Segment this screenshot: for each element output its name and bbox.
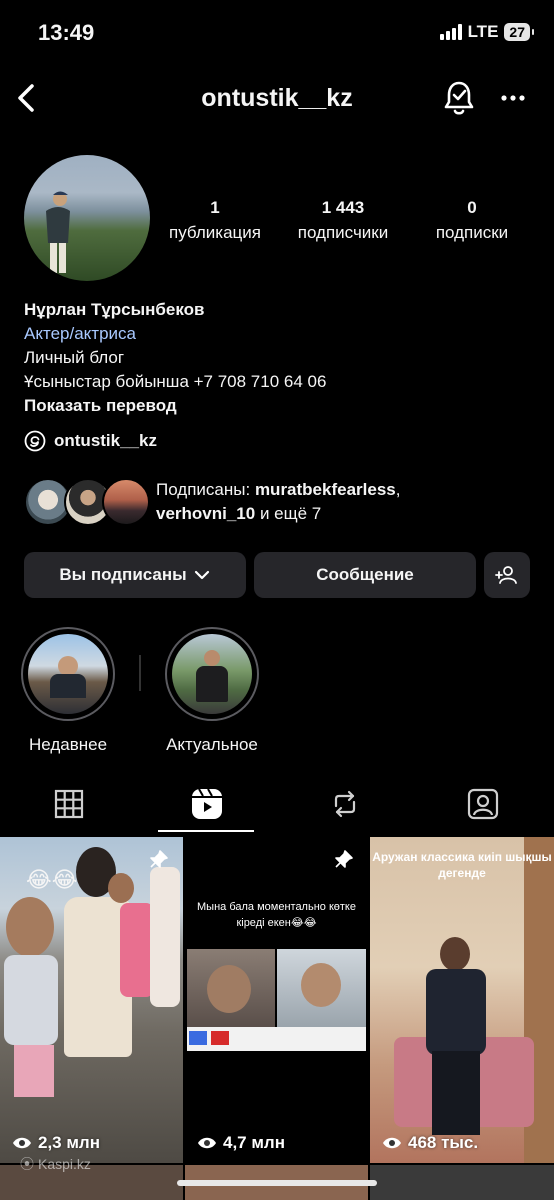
reel-views: 4,7 млн bbox=[197, 1133, 285, 1153]
following-button[interactable]: Вы подписаны bbox=[24, 552, 246, 598]
following-button-label: Вы подписаны bbox=[59, 565, 187, 584]
followed-by-separator: , bbox=[395, 480, 401, 499]
stat-posts[interactable]: 1 публикация bbox=[162, 198, 268, 243]
kaspi-logo-icon: ⦿ bbox=[20, 1156, 34, 1172]
profile-tabs bbox=[0, 772, 554, 836]
reel-caption: Аружан классика киіп шықшы дегенде bbox=[372, 850, 552, 880]
bell-check-icon bbox=[444, 81, 474, 115]
home-indicator[interactable] bbox=[177, 1180, 377, 1186]
reel-tile[interactable]: Аружан классика киіп шықшы дегенде 468 т… bbox=[370, 837, 554, 1163]
reels-icon bbox=[192, 788, 222, 819]
active-tab-indicator bbox=[158, 830, 254, 832]
following-label: подписки bbox=[435, 223, 509, 242]
emoji-decoration: 😂😂 bbox=[26, 867, 78, 892]
reel-views: 468 тыс. bbox=[382, 1133, 478, 1153]
reel-caption: Мына бала моментально көтке кіреді екен😂… bbox=[197, 901, 356, 929]
followed-by-user[interactable]: verhovni_10 bbox=[156, 504, 255, 523]
profile-avatar[interactable] bbox=[24, 155, 150, 281]
stat-followers[interactable]: 1 443 подписчики bbox=[288, 198, 398, 243]
profile-name: Нұрлан Тұрсынбеков bbox=[24, 300, 205, 319]
tab-tagged[interactable] bbox=[414, 772, 552, 836]
status-time: 13:49 bbox=[38, 20, 95, 45]
avatar-person-figure bbox=[46, 191, 70, 273]
highlight-ring bbox=[21, 627, 115, 721]
pin-icon bbox=[335, 850, 353, 868]
reel-views-count: 2,3 млн bbox=[38, 1133, 100, 1152]
eye-icon bbox=[13, 1137, 31, 1149]
tab-reposts[interactable] bbox=[276, 772, 414, 836]
reposts-icon bbox=[334, 790, 356, 818]
avatar bbox=[102, 478, 150, 526]
threads-handle: ontustik__kz bbox=[54, 431, 157, 450]
posts-label: публикация bbox=[169, 223, 261, 242]
threads-icon bbox=[24, 430, 46, 452]
chevron-left-icon bbox=[18, 84, 34, 112]
highlight-cover bbox=[28, 634, 108, 714]
message-button-label: Сообщение bbox=[316, 565, 414, 584]
reel-views-count: 4,7 млн bbox=[223, 1133, 285, 1152]
battery-icon: 27 bbox=[504, 23, 534, 41]
network-type: LTE bbox=[467, 22, 499, 41]
highlight-label: Актуальное bbox=[166, 735, 258, 754]
watermark-text: Kaspi.kz bbox=[38, 1156, 91, 1172]
reel-tile[interactable]: Мына бала моментально көтке кіреді екен😂… bbox=[185, 837, 368, 1163]
profile-header: ontustik__kz bbox=[0, 72, 554, 124]
followers-label: подписчики bbox=[297, 223, 389, 242]
message-button[interactable]: Сообщение bbox=[254, 552, 476, 598]
bio-line: Ұсыныстар бойынша +7 708 710 64 06 bbox=[24, 372, 327, 391]
status-bar: 13:49 LTE 27 bbox=[0, 0, 554, 66]
signal-icon bbox=[439, 24, 462, 40]
add-person-icon bbox=[495, 566, 517, 584]
bio-line: Личный блог bbox=[24, 348, 125, 367]
followed-by-text: Подписаны: muratbekfearless, verhovni_10… bbox=[156, 478, 456, 526]
highlight-cover bbox=[172, 634, 252, 714]
notifications-button[interactable] bbox=[440, 78, 478, 118]
more-horizontal-icon bbox=[501, 95, 525, 101]
following-count: 0 bbox=[467, 198, 477, 217]
highlight-divider bbox=[139, 655, 141, 691]
tagged-icon bbox=[467, 788, 499, 820]
tab-reels[interactable] bbox=[138, 772, 276, 836]
highlight-label: Недавнее bbox=[28, 735, 108, 754]
eye-icon bbox=[383, 1137, 401, 1149]
profile-category: Актер/актриса bbox=[24, 324, 136, 343]
watermark: ⦿ Kaspi.kz bbox=[20, 1154, 91, 1174]
chevron-down-icon bbox=[194, 570, 209, 580]
followed-by-suffix: и ещё 7 bbox=[255, 504, 322, 523]
tab-posts[interactable] bbox=[0, 772, 138, 836]
followed-by-prefix: Подписаны: bbox=[156, 480, 255, 499]
pin-icon bbox=[150, 850, 168, 868]
grid-icon bbox=[54, 789, 84, 819]
followed-by-user[interactable]: muratbekfearless bbox=[255, 480, 396, 499]
posts-count: 1 bbox=[210, 198, 220, 217]
followers-count: 1 443 bbox=[321, 198, 365, 217]
reel-tile[interactable]: 😂😂 2,3 млн bbox=[0, 837, 183, 1163]
more-options-button[interactable] bbox=[496, 78, 534, 118]
reel-views-count: 468 тыс. bbox=[408, 1133, 479, 1152]
followed-by-row[interactable]: Подписаны: muratbekfearless, verhovni_10… bbox=[24, 478, 456, 526]
threads-link[interactable]: ontustik__kz bbox=[24, 430, 157, 452]
reel-tile[interactable] bbox=[370, 1165, 554, 1200]
profile-bio: Нұрлан Тұрсынбеков Актер/актриса Личный … bbox=[24, 298, 534, 418]
stat-following[interactable]: 0 подписки bbox=[422, 198, 522, 243]
highlight-actual[interactable]: Актуальное bbox=[164, 627, 260, 755]
suggest-people-button[interactable] bbox=[484, 552, 530, 598]
back-button[interactable] bbox=[10, 78, 46, 118]
status-indicators: LTE 27 bbox=[439, 22, 534, 42]
eye-icon bbox=[198, 1137, 216, 1149]
reel-views: 2,3 млн bbox=[12, 1133, 100, 1153]
followed-by-avatars bbox=[24, 478, 150, 526]
highlight-ring bbox=[165, 627, 259, 721]
highlight-recent[interactable]: Недавнее bbox=[20, 627, 116, 755]
show-translation-link[interactable]: Показать перевод bbox=[24, 394, 534, 418]
